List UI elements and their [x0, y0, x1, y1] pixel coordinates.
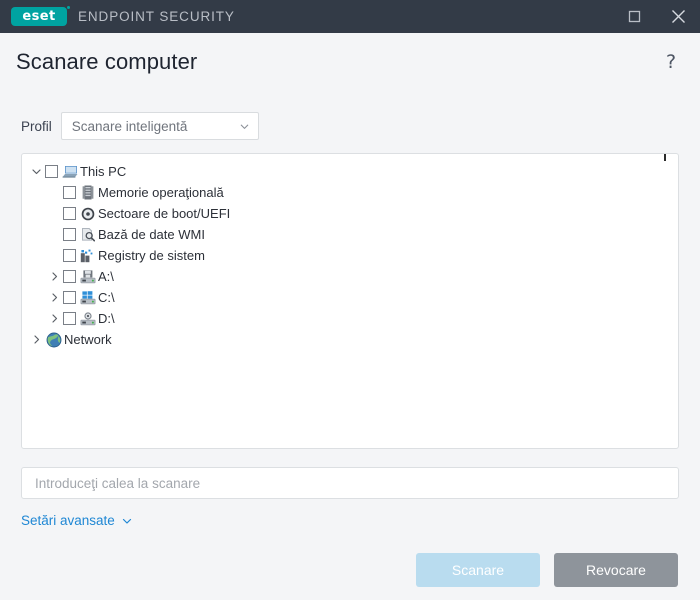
- tree-row[interactable]: Memorie operaţională: [22, 182, 678, 203]
- chevron-down-icon: [122, 518, 131, 524]
- tree-item-label: Registry de sistem: [98, 248, 205, 263]
- optical-drive-icon: [79, 311, 96, 327]
- cancel-button[interactable]: Revocare: [554, 553, 678, 587]
- product-name: ENDPOINT SECURITY: [78, 9, 235, 24]
- tree-row[interactable]: A:\: [22, 266, 678, 287]
- tree-row[interactable]: Network: [22, 329, 678, 350]
- system-drive-icon: [79, 290, 96, 306]
- tree-row[interactable]: D:\: [22, 308, 678, 329]
- tree-checkbox[interactable]: [63, 186, 76, 199]
- chevron-right-icon[interactable]: [28, 331, 45, 348]
- tree-checkbox[interactable]: [63, 249, 76, 262]
- scan-button[interactable]: Scanare: [416, 553, 540, 587]
- tree-checkbox[interactable]: [63, 228, 76, 241]
- title-bar: eset ENDPOINT SECURITY: [0, 0, 700, 33]
- eset-logo: eset: [11, 6, 70, 26]
- profile-row: Profil Scanare inteligentă: [0, 111, 700, 141]
- tree-row[interactable]: C:\: [22, 287, 678, 308]
- scan-path-input[interactable]: [33, 474, 667, 492]
- page-title: Scanare computer: [16, 49, 198, 74]
- tree-row[interactable]: Sectoare de boot/UEFI: [22, 203, 678, 224]
- tree-rows-container: This PC Memorie operaţională Sectoare de b…: [22, 161, 678, 350]
- registry-icon: [79, 248, 96, 264]
- tree-item-label: Bază de date WMI: [98, 227, 205, 242]
- wmi-database-icon: [79, 227, 96, 243]
- chevron-down-icon: [240, 124, 249, 129]
- maximize-icon: [628, 10, 640, 23]
- dialog-footer: Scanare Revocare: [0, 540, 700, 600]
- tree-checkbox[interactable]: [63, 312, 76, 325]
- memory-icon: [79, 185, 96, 201]
- tree-item-label: This PC: [80, 164, 127, 179]
- page-header: Scanare computer ?: [0, 33, 700, 91]
- chevron-right-icon[interactable]: [46, 289, 63, 306]
- close-icon: [671, 10, 685, 23]
- tree-row[interactable]: This PC: [22, 161, 678, 182]
- chevron-right-icon[interactable]: [46, 268, 63, 285]
- profile-label: Profil: [21, 118, 52, 134]
- tree-checkbox[interactable]: [63, 270, 76, 283]
- tree-row[interactable]: Bază de date WMI: [22, 224, 678, 245]
- scan-path-input-wrapper[interactable]: [21, 467, 679, 499]
- tree-checkbox[interactable]: [63, 207, 76, 220]
- chevron-right-icon[interactable]: [46, 310, 63, 327]
- eset-logo-text: eset: [22, 8, 56, 24]
- tree-item-label: A:\: [98, 269, 114, 284]
- scrollbar-thumb[interactable]: [664, 154, 666, 161]
- tree-item-label: C:\: [98, 290, 115, 305]
- computer-icon: [61, 164, 78, 180]
- help-button[interactable]: ?: [660, 51, 682, 73]
- profile-selected-value: Scanare inteligentă: [71, 118, 188, 134]
- tree-item-label: Memorie operaţională: [98, 185, 224, 200]
- scan-targets-tree[interactable]: This PC Memorie operaţională Sectoare de b…: [21, 153, 679, 449]
- tree-row[interactable]: Registry de sistem: [22, 245, 678, 266]
- maximize-button[interactable]: [612, 0, 656, 33]
- window-controls: [612, 0, 700, 33]
- advanced-settings-label: Setări avansate: [21, 513, 115, 528]
- advanced-settings-toggle[interactable]: Setări avansate: [21, 513, 133, 528]
- tree-item-label: Network: [64, 332, 112, 347]
- floppy-drive-icon: [79, 269, 96, 285]
- network-globe-icon: [45, 332, 62, 348]
- tree-item-label: D:\: [98, 311, 115, 326]
- disc-icon: [79, 206, 96, 222]
- tree-checkbox[interactable]: [45, 165, 58, 178]
- chevron-down-icon[interactable]: [28, 163, 45, 180]
- profile-select[interactable]: Scanare inteligentă: [60, 112, 259, 140]
- tree-checkbox[interactable]: [63, 291, 76, 304]
- tree-item-label: Sectoare de boot/UEFI: [98, 206, 231, 221]
- close-button[interactable]: [656, 0, 700, 33]
